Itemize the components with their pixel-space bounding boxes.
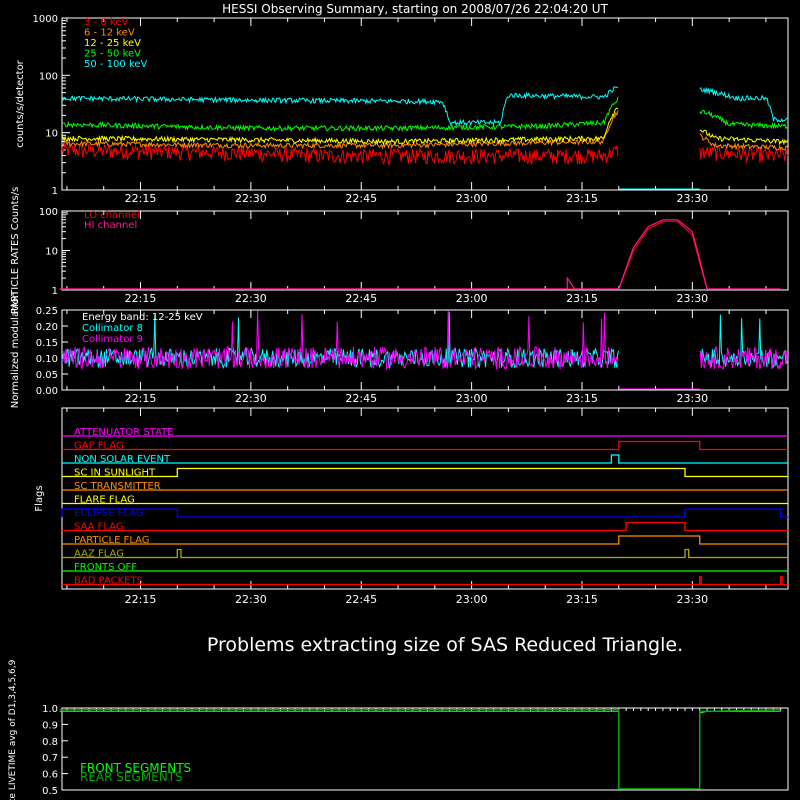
count-rates-ylabel: counts/s/detector <box>15 59 26 147</box>
flags-time-label: 23:15 <box>566 593 598 606</box>
flag-line <box>62 548 788 559</box>
modulation-ytick-label: 0.05 <box>36 370 58 381</box>
count-rates-series-3 <box>61 96 789 133</box>
particle-rates-ytick-label: 100 <box>39 207 58 218</box>
flags-time-label: 23:00 <box>456 593 488 606</box>
livetime-ytick-label: 0.7 <box>42 753 58 764</box>
flags-ylabel: Flags <box>34 485 45 511</box>
count-rates-ytick-label: 100 <box>39 71 58 82</box>
modulation-ytick-label: 0.20 <box>36 322 58 333</box>
flag-line <box>62 575 788 586</box>
count-rates-time-label: 22:45 <box>345 192 377 205</box>
modulation-ytick-label: 0.10 <box>36 354 58 365</box>
modulation-ytick-label: 0.00 <box>36 386 58 397</box>
particle-rates-time-label: 23:00 <box>456 292 488 305</box>
modulation-legend-title: Energy band: 12-25 keV <box>82 312 203 323</box>
sas-message: Problems extracting size of SAS Reduced … <box>207 634 683 656</box>
particle-rates-axes: 22:15 22:30 22:45 23:00 23:15 23:30 <box>61 210 789 305</box>
modulation-time-label: 23:00 <box>456 392 488 405</box>
modulation-legend-entry: Collimator 9 <box>82 334 143 345</box>
modulation-time-label: 22:45 <box>345 392 377 405</box>
livetime-ytick-label: 1.0 <box>42 704 58 715</box>
count-rates-time-label: 23:00 <box>456 192 488 205</box>
livetime-ytick-label: 0.6 <box>42 770 58 781</box>
count-rates-ytick-label: 10 <box>45 129 58 140</box>
particle-rates-ytick-label: 1 <box>52 286 58 297</box>
flag-line <box>62 535 788 545</box>
count-rates-series-4 <box>61 86 789 127</box>
count-rates-series-1 <box>61 110 789 151</box>
particle-rates-time-label: 22:15 <box>125 292 157 305</box>
livetime-legend-entry: REAR SEGMENTS <box>80 770 183 784</box>
modulation-legend-entry: Collimator 8 <box>82 323 143 334</box>
count-rates-ytick-label: 1000 <box>33 14 58 25</box>
particle-rates-legend-entry: HI channel <box>84 220 137 231</box>
flags-time-label: 22:45 <box>345 593 377 606</box>
flags-time-label: 23:30 <box>676 593 708 606</box>
particle-rates-ytick-label: 10 <box>45 247 58 258</box>
count-rates-series-0 <box>61 142 789 166</box>
particle-rates-series-0 <box>59 220 781 290</box>
count-rates-time-label: 23:30 <box>676 192 708 205</box>
count-rates-frame <box>61 17 789 191</box>
flags-time-label: 22:15 <box>125 593 157 606</box>
livetime-ytick-label: 0.9 <box>42 720 58 731</box>
count-rates-time-label: 23:15 <box>566 192 598 205</box>
particle-rates-time-label: 22:45 <box>345 292 377 305</box>
flags-time-label: 22:30 <box>235 593 267 606</box>
modulation-ytick-label: 0.15 <box>36 338 58 349</box>
livetime-ytick-label: 0.5 <box>42 786 58 797</box>
count-rates-time-label: 22:30 <box>235 192 267 205</box>
particle-rates-time-label: 23:30 <box>676 292 708 305</box>
particle-rates-series-1 <box>59 219 781 290</box>
particle-rates-time-label: 23:15 <box>566 292 598 305</box>
count-rates-legend-entry: 25 - 50 keV <box>84 49 141 60</box>
count-rates-time-label: 22:15 <box>125 192 157 205</box>
count-rates-ytick-label: 1 <box>52 186 58 197</box>
modulation-time-label: 22:30 <box>235 392 267 405</box>
modulation-ytick-label: 0.25 <box>36 306 58 317</box>
flag-line <box>62 454 788 464</box>
observing-summary-figure: HESSI Observing Summary, starting on 200… <box>8 2 789 800</box>
flag-line <box>61 508 788 518</box>
modulation-axes: 22:15 22:30 22:45 23:00 23:15 23:30 <box>61 309 789 405</box>
modulation-ylabel: Normalized modulation <box>10 292 21 409</box>
count-rates-legend-entry: 6 - 12 keV <box>84 28 135 39</box>
particle-rates-time-label: 22:30 <box>235 292 267 305</box>
modulation-time-label: 23:30 <box>676 392 708 405</box>
count-rates-legend-entry: 50 - 100 keV <box>84 59 148 70</box>
count-rates-legend-entry: 12 - 25 keV <box>84 38 141 49</box>
flag-line <box>62 521 788 532</box>
livetime-ylabel: Mon. Rate LIVETIME avg of D1,3,4,5,6,9 <box>8 659 18 800</box>
count-rates-axes: 22:15 22:30 22:45 23:00 23:15 23:30 <box>61 17 789 205</box>
count-rates-legend-entry: 3 - 6 keV <box>84 17 128 28</box>
modulation-time-label: 22:15 <box>125 392 157 405</box>
modulation-time-label: 23:15 <box>566 392 598 405</box>
figure-title: HESSI Observing Summary, starting on 200… <box>222 2 608 16</box>
flag-line <box>62 467 788 478</box>
flag-line <box>62 440 788 451</box>
livetime-ytick-label: 0.8 <box>42 737 58 748</box>
